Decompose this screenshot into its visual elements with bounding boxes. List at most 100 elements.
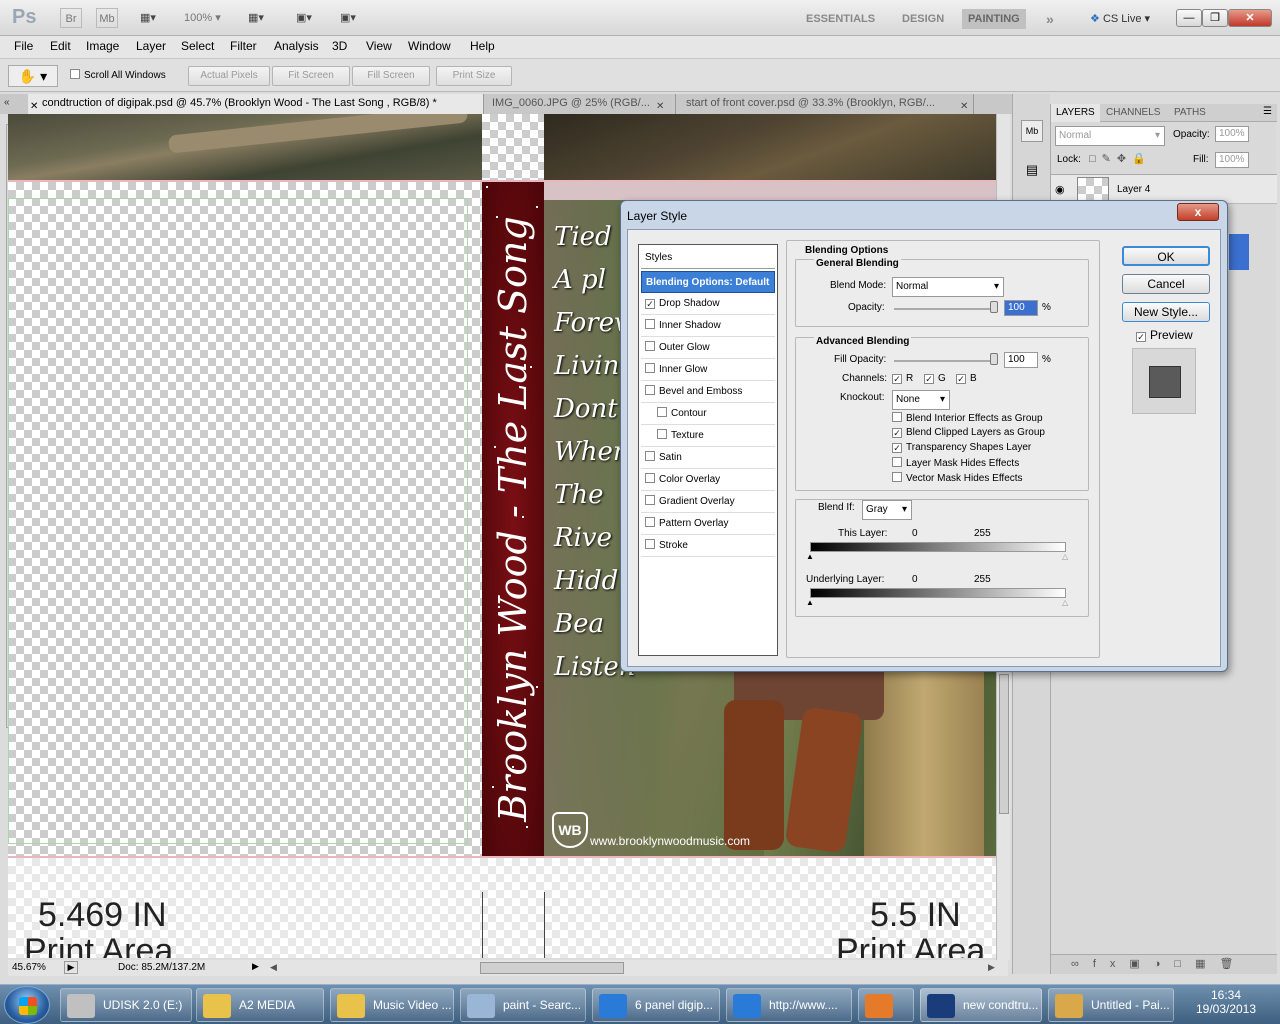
extras-menu-icon[interactable]: ▦▾ [134, 8, 162, 28]
blend-mode-select[interactable]: Normal [892, 277, 1004, 297]
layer-panel-footer-icons[interactable]: ∞fx▣◑□▦🗑 [1051, 954, 1277, 974]
scroll-all-windows-checkbox[interactable]: Scroll All Windows [70, 69, 166, 81]
menu-select[interactable]: Select [181, 39, 214, 53]
underlying-black-handle[interactable]: ▲ [806, 598, 814, 607]
style-item-texture[interactable]: Texture [641, 425, 775, 447]
task-photoshop[interactable]: new condtru... [920, 988, 1042, 1022]
view-extras-icon[interactable]: ▦▾ [248, 8, 276, 28]
bridge-button[interactable]: Br [60, 8, 82, 28]
menu-filter[interactable]: Filter [230, 39, 257, 53]
style-checkbox[interactable] [645, 363, 655, 373]
close-button[interactable]: ✕ [1228, 9, 1272, 27]
menu-help[interactable]: Help [470, 39, 495, 53]
menu-analysis[interactable]: Analysis [274, 39, 319, 53]
fill-screen-button[interactable]: Fill Screen [352, 66, 430, 86]
menu-image[interactable]: Image [86, 39, 119, 53]
minibridge-button[interactable]: Mb [96, 8, 118, 28]
tab-paths[interactable]: PATHS [1169, 104, 1211, 122]
task-paint-search[interactable]: paint - Searc... [460, 988, 586, 1022]
ok-button[interactable]: OK [1122, 246, 1210, 266]
task-ie-http[interactable]: http://www.... [726, 988, 852, 1022]
fill-opacity-field[interactable]: 100 [1004, 352, 1038, 368]
style-checkbox[interactable] [645, 319, 655, 329]
blend-if-select[interactable]: Gray [862, 500, 912, 520]
workspace-more[interactable]: » [1046, 9, 1054, 29]
tab-close-icon[interactable]: ✕ [30, 97, 38, 114]
adv-option-checkbox[interactable]: Blend Interior Effects as Group [892, 412, 1043, 424]
style-checkbox[interactable] [645, 385, 655, 395]
scroll-right-icon[interactable]: ▶ [988, 962, 995, 973]
system-clock[interactable]: 16:34 19/03/2013 [1176, 988, 1276, 1022]
preview-checkbox[interactable]: ✓ Preview [1136, 328, 1193, 342]
this-layer-white-handle[interactable]: △ [1062, 552, 1068, 561]
style-item-inner-glow[interactable]: Inner Glow [641, 359, 775, 381]
opacity-field[interactable]: 100 [1004, 300, 1038, 316]
adv-option-checkbox[interactable]: ✓ Blend Clipped Layers as Group [892, 427, 1045, 438]
this-layer-gradient[interactable] [810, 542, 1066, 552]
workspace-design[interactable]: DESIGN [902, 9, 944, 29]
task-ie-digipak[interactable]: 6 panel digip... [592, 988, 720, 1022]
scroll-left-icon[interactable]: ◀ [270, 962, 277, 973]
knockout-select[interactable]: None [892, 390, 950, 410]
menu-3d[interactable]: 3D [332, 39, 347, 53]
tab-channels[interactable]: CHANNELS [1101, 104, 1165, 122]
screen-mode-icon[interactable]: ▣▾ [340, 8, 370, 28]
style-checkbox[interactable] [645, 517, 655, 527]
style-checkbox[interactable]: ✓ [645, 299, 655, 309]
adv-option-checkbox[interactable]: ✓ Transparency Shapes Layer [892, 442, 1031, 453]
tab-close-icon[interactable]: ✕ [960, 97, 968, 114]
print-size-button[interactable]: Print Size [436, 66, 512, 86]
task-music-video[interactable]: Music Video ... [330, 988, 454, 1022]
style-checkbox[interactable] [645, 495, 655, 505]
hand-tool-preset-icon[interactable]: ✋ ▾ [8, 65, 58, 87]
opacity-slider-track[interactable] [894, 308, 998, 310]
cancel-button[interactable]: Cancel [1122, 274, 1210, 294]
adv-option-checkbox[interactable]: Layer Mask Hides Effects [892, 457, 1019, 469]
task-a2-media[interactable]: A2 MEDIA [196, 988, 324, 1022]
this-layer-black-handle[interactable]: ▲ [806, 552, 814, 561]
visibility-eye-icon[interactable]: ◉ [1055, 183, 1065, 196]
style-checkbox[interactable] [645, 451, 655, 461]
tab-digipak[interactable]: ✕ condtruction of digipak.psd @ 45.7% (B… [28, 94, 484, 114]
style-checkbox[interactable] [645, 539, 655, 549]
tab-layers[interactable]: LAYERS [1051, 104, 1100, 122]
start-button[interactable] [4, 986, 50, 1024]
minimize-button[interactable]: — [1176, 9, 1202, 27]
opacity-slider-handle[interactable] [990, 301, 998, 313]
new-style-button[interactable]: New Style... [1122, 302, 1210, 322]
underlying-gradient[interactable] [810, 588, 1066, 598]
style-item-outer-glow[interactable]: Outer Glow [641, 337, 775, 359]
lock-icons[interactable]: □✎✥🔒 [1089, 152, 1152, 165]
menu-layer[interactable]: Layer [136, 39, 166, 53]
menu-file[interactable]: File [14, 39, 33, 53]
menu-view[interactable]: View [366, 39, 392, 53]
restore-button[interactable]: ❐ [1202, 9, 1228, 27]
history-panel-icon[interactable]: ▤ [1021, 162, 1043, 184]
style-item-blending-options-default[interactable]: Blending Options: Default [641, 271, 775, 293]
style-checkbox[interactable] [645, 473, 655, 483]
panel-collapse-icon[interactable]: « [4, 97, 10, 108]
style-item-stroke[interactable]: Stroke [641, 535, 775, 557]
style-item-contour[interactable]: Contour [641, 403, 775, 425]
channel-b-checkbox[interactable]: ✓ B [956, 373, 977, 384]
actual-pixels-button[interactable]: Actual Pixels [188, 66, 270, 86]
style-checkbox[interactable] [645, 341, 655, 351]
workspace-painting[interactable]: PAINTING [962, 9, 1026, 29]
horizontal-scrollbar-thumb[interactable] [480, 962, 624, 974]
style-item-inner-shadow[interactable]: Inner Shadow [641, 315, 775, 337]
style-item-gradient-overlay[interactable]: Gradient Overlay [641, 491, 775, 513]
styles-header[interactable]: Styles [641, 247, 775, 269]
status-menu-icon[interactable]: ▶ [64, 961, 78, 974]
panel-menu-icon[interactable]: ☰ [1263, 106, 1272, 117]
workspace-essentials[interactable]: ESSENTIALS [806, 9, 875, 29]
tab-close-icon[interactable]: ✕ [656, 97, 664, 114]
status-arrow-icon[interactable]: ▶ [252, 961, 259, 972]
channel-r-checkbox[interactable]: ✓ R [892, 373, 913, 384]
menu-window[interactable]: Window [408, 39, 451, 53]
dialog-close-button[interactable]: x [1177, 203, 1219, 221]
tab-front-cover[interactable]: start of front cover.psd @ 33.3% (Brookl… [680, 94, 974, 114]
style-item-bevel-and-emboss[interactable]: Bevel and Emboss [641, 381, 775, 403]
style-item-pattern-overlay[interactable]: Pattern Overlay [641, 513, 775, 535]
layer-opacity-field[interactable]: 100% [1215, 126, 1249, 142]
task-udisk[interactable]: UDISK 2.0 (E:) [60, 988, 192, 1022]
